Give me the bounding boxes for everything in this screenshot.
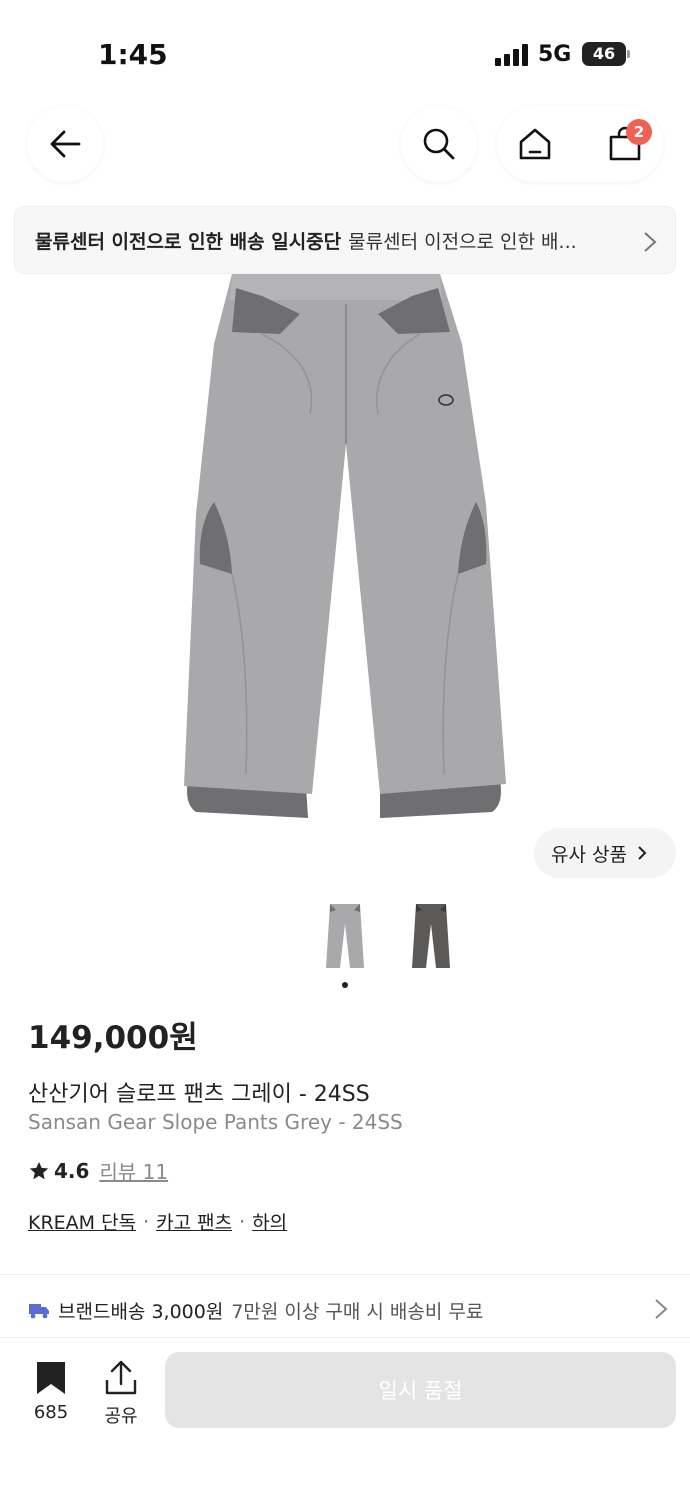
bookmark-button[interactable]: 685 <box>28 1360 74 1423</box>
category-link-bottoms[interactable]: 하의 <box>252 1208 287 1235</box>
thumbnail-charcoal[interactable] <box>410 902 452 972</box>
notice-title: 물류센터 이전으로 인한 배송 일시중단 <box>35 230 342 253</box>
grey-pants-thumbnail-icon <box>326 904 364 968</box>
chevron-right-icon <box>644 232 657 252</box>
shipping-label: 브랜드배송 3,000원 <box>58 1300 224 1323</box>
product-image[interactable] <box>0 274 690 874</box>
carousel-indicator-dot <box>342 982 348 988</box>
cart-button[interactable] <box>587 106 663 182</box>
battery-icon: 46 <box>582 42 626 66</box>
truck-icon <box>29 1304 49 1319</box>
notice-description: 물류센터 이전으로 인한 배... <box>348 230 577 253</box>
rating-value: 4.6 <box>54 1158 90 1183</box>
search-button[interactable] <box>401 106 477 182</box>
product-name-korean: 산산기어 슬로프 팬츠 그레이 - 24SS <box>28 1082 370 1107</box>
rating-row: 4.6 리뷰 11 <box>28 1156 168 1185</box>
shipping-notice-banner[interactable]: 물류센터 이전으로 인한 배송 일시중단 물류센터 이전으로 인한 배... <box>14 206 676 274</box>
star-icon <box>29 1161 49 1179</box>
arrow-left-icon <box>50 130 81 158</box>
breadcrumb-separator: · <box>239 1210 246 1233</box>
similar-products-label: 유사 상품 <box>551 843 627 866</box>
bookmark-count: 685 <box>33 1402 69 1423</box>
sold-out-button[interactable]: 일시 품절 <box>165 1352 676 1428</box>
chevron-right-icon <box>655 1299 668 1319</box>
back-button[interactable] <box>27 106 103 182</box>
category-breadcrumb: KREAM 단독 · 카고 팬츠 · 하의 <box>28 1208 287 1235</box>
network-label: 5G <box>538 42 572 67</box>
product-name-english: Sansan Gear Slope Pants Grey - 24SS <box>28 1110 403 1134</box>
share-button[interactable]: 공유 <box>98 1360 144 1428</box>
home-icon <box>519 128 551 160</box>
home-button[interactable] <box>497 106 573 182</box>
share-label: 공유 <box>104 1406 138 1427</box>
pants-illustration <box>184 274 506 818</box>
category-link-exclusive[interactable]: KREAM 단독 <box>28 1208 136 1235</box>
bookmark-icon <box>37 1362 65 1394</box>
shipping-info-row[interactable]: 브랜드배송 3,000원 7만원 이상 구매 시 배송비 무료 <box>28 1290 668 1330</box>
share-icon <box>105 1360 137 1395</box>
status-time: 1:45 <box>98 38 168 71</box>
charcoal-pants-thumbnail-icon <box>412 904 450 968</box>
chevron-right-icon <box>638 846 647 860</box>
status-bar: 1:45 5G 46 <box>0 0 690 100</box>
review-link[interactable]: 리뷰 11 <box>99 1156 168 1185</box>
thumbnail-grey[interactable] <box>324 902 366 972</box>
signal-icon <box>495 44 529 66</box>
battery-tip <box>627 50 630 58</box>
search-icon <box>423 128 455 160</box>
shipping-condition: 7만원 이상 구매 시 배송비 무료 <box>231 1300 484 1323</box>
product-price: 149,000원 <box>28 1020 198 1056</box>
cart-count-badge: 2 <box>626 119 652 145</box>
section-divider <box>0 1274 690 1275</box>
similar-products-button[interactable]: 유사 상품 <box>534 828 676 878</box>
breadcrumb-separator: · <box>143 1210 150 1233</box>
category-link-cargo[interactable]: 카고 팬츠 <box>156 1208 232 1235</box>
